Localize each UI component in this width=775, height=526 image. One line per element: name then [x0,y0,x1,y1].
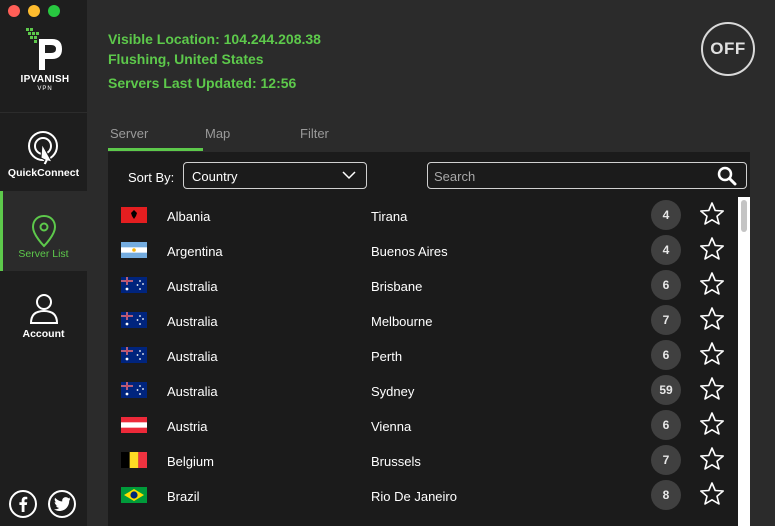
sidebar-item-label: Account [22,328,65,340]
visible-location-text: Visible Location: 104.244.208.38 [108,31,321,47]
server-row[interactable]: Austria Vienna 6 [108,407,738,442]
quickconnect-icon [28,131,58,166]
tab-server[interactable]: Server [110,126,148,141]
facebook-icon [19,496,28,512]
tab-map[interactable]: Map [205,126,230,141]
sidebar-item-account[interactable]: Account [0,273,87,353]
argentina-flag-icon [121,242,147,258]
server-row[interactable]: Brazil Rio De Janeiro 8 [108,477,738,512]
server-row[interactable]: Australia Melbourne 7 [108,302,738,337]
city-name: Perth [371,349,403,364]
australia-flag-icon [121,347,147,363]
server-count-badge: 4 [651,200,681,230]
server-count-badge: 59 [651,375,681,405]
brand-name: IPVANISH [20,74,70,85]
sidebar-item-label: QuickConnect [7,167,80,179]
albania-flag-icon [121,207,147,223]
minimize-window-button[interactable] [28,5,40,17]
twitter-button[interactable] [48,490,76,518]
favorite-star-icon[interactable] [699,411,725,437]
server-count-badge: 7 [651,305,681,335]
favorite-star-icon[interactable] [699,446,725,472]
maximize-window-button[interactable] [48,5,60,17]
tab-filter[interactable]: Filter [300,126,329,141]
server-list-scrollbar[interactable] [738,197,750,526]
scrollbar-thumb[interactable] [741,200,747,232]
sidebar-item-server-list[interactable]: Server List [0,191,87,271]
server-row[interactable]: Australia Perth 6 [108,337,738,372]
search-box [427,162,747,189]
vpn-toggle-button[interactable]: OFF [701,22,755,76]
country-name: Albania [167,209,211,224]
city-name: Vienna [371,419,412,434]
country-name: Brazil [167,489,200,504]
favorite-star-icon[interactable] [699,306,725,332]
tab-bar: Server Map Filter [108,126,748,152]
australia-flag-icon [121,277,147,293]
close-window-button[interactable] [8,5,20,17]
belgium-flag-icon [121,452,147,468]
server-row[interactable]: Belgium Brussels 7 [108,442,738,477]
twitter-icon [54,497,70,511]
search-icon[interactable] [717,166,737,186]
server-count-badge: 7 [651,445,681,475]
sidebar-item-label: Server List [18,248,69,260]
favorite-star-icon[interactable] [699,271,725,297]
sort-dropdown[interactable]: Country [183,162,367,189]
server-row[interactable]: Albania Tirana 4 [108,197,738,232]
austria-flag-icon [121,417,147,433]
sidebar: IPVANISH VPN QuickConnect Server List Ac… [0,0,87,526]
australia-flag-icon [121,382,147,398]
city-name: Rio De Janeiro [371,489,457,504]
map-pin-icon [31,214,57,248]
city-name: Brisbane [371,279,423,294]
country-name: Austria [167,419,208,434]
favorite-star-icon[interactable] [699,236,725,262]
city-name: Tirana [371,209,408,224]
country-name: Australia [167,384,218,399]
ipvanish-logo-mark-icon [26,28,62,70]
server-panel: Sort By: Country Albania Tirana 4 [108,152,750,526]
favorite-star-icon[interactable] [699,481,725,507]
window-controls [8,5,60,17]
brand-sub: VPN [37,86,53,92]
favorite-star-icon[interactable] [699,376,725,402]
chevron-down-icon [342,171,356,180]
country-name: Argentina [167,244,223,259]
active-tab-indicator [108,148,203,151]
country-name: Australia [167,314,218,329]
favorite-star-icon[interactable] [699,201,725,227]
facebook-button[interactable] [9,490,37,518]
server-count-badge: 4 [651,235,681,265]
country-name: Australia [167,279,218,294]
sort-value: Country [192,169,238,184]
server-row[interactable]: Australia Sydney 59 [108,372,738,407]
favorite-star-icon[interactable] [699,341,725,367]
server-count-badge: 6 [651,410,681,440]
city-name: Buenos Aires [371,244,448,259]
user-icon [29,294,59,324]
brazil-flag-icon [121,487,147,503]
server-list: Albania Tirana 4 Argentina Buenos Aires … [108,197,738,526]
server-count-badge: 6 [651,270,681,300]
city-name: Brussels [371,454,421,469]
server-count-badge: 8 [651,480,681,510]
ipvanish-logo: IPVANISH VPN [14,26,76,96]
location-city-text: Flushing, United States [108,51,264,67]
city-name: Sydney [371,384,415,399]
country-name: Australia [167,349,218,364]
server-row[interactable]: Australia Brisbane 6 [108,267,738,302]
sidebar-item-quickconnect[interactable]: QuickConnect [0,112,87,192]
country-name: Belgium [167,454,214,469]
australia-flag-icon [121,312,147,328]
server-row[interactable]: Argentina Buenos Aires 4 [108,232,738,267]
search-input[interactable] [434,167,704,185]
server-count-badge: 6 [651,340,681,370]
servers-updated-text: Servers Last Updated: 12:56 [108,75,297,91]
city-name: Melbourne [371,314,433,329]
sort-label: Sort By: [128,170,175,185]
